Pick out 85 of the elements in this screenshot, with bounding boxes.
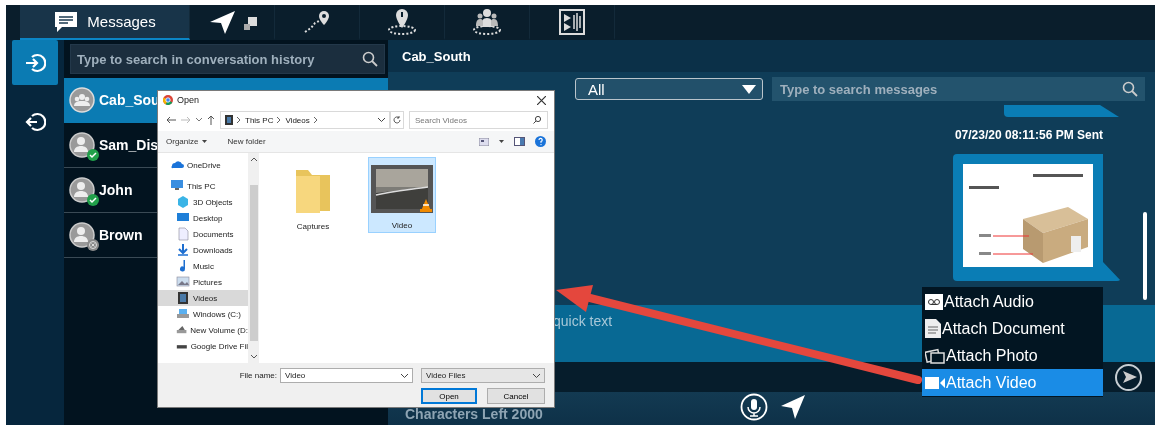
path-segment[interactable]: This PC xyxy=(245,115,274,125)
download-icon xyxy=(176,243,190,257)
group-avatar-icon xyxy=(69,87,95,113)
chevron-down-icon xyxy=(250,355,257,359)
avatar-icon xyxy=(69,177,95,203)
drive-icon xyxy=(176,307,190,321)
file-item[interactable]: Video xyxy=(368,157,436,233)
search-icon[interactable] xyxy=(1122,81,1138,97)
chevron-down-icon xyxy=(378,118,385,122)
nav-item[interactable]: Music xyxy=(158,258,248,274)
path-segment[interactable]: Videos xyxy=(285,115,310,125)
address-bar[interactable]: This PC Videos xyxy=(220,111,390,129)
file-name-field[interactable]: Video xyxy=(280,368,413,383)
cancel-button[interactable]: Cancel xyxy=(487,388,545,404)
search-field[interactable]: Type to search messages xyxy=(772,77,1145,101)
login-icon xyxy=(24,51,46,74)
group-icon xyxy=(472,7,502,36)
chevron-icon xyxy=(237,117,241,123)
nav-item[interactable]: Downloads xyxy=(158,242,248,258)
cube-icon xyxy=(176,195,190,209)
nav-item[interactable]: Videos xyxy=(158,290,248,306)
chevron-up-icon xyxy=(250,157,257,161)
file-item[interactable]: Captures xyxy=(279,157,347,233)
menu-item[interactable]: Attach Document xyxy=(922,315,1103,342)
route-icon xyxy=(303,8,331,35)
image-icon xyxy=(176,275,190,289)
nav-item[interactable]: 3D Objects xyxy=(158,194,248,210)
nav-item[interactable]: New Volume (D: xyxy=(158,322,248,338)
refresh-icon xyxy=(393,116,401,124)
file-type-dropdown[interactable]: Video Files xyxy=(421,368,545,383)
caret-icon[interactable] xyxy=(196,118,202,122)
caret-icon[interactable] xyxy=(499,140,504,143)
photos-icon xyxy=(925,347,945,364)
menu-item[interactable]: Attach Video xyxy=(922,369,1103,396)
navigate-icon[interactable] xyxy=(780,394,806,420)
chevron-down-icon xyxy=(401,373,408,378)
dialog-title: Open xyxy=(177,95,200,105)
toolbar-button[interactable]: New folder xyxy=(227,137,266,146)
chevron-icon xyxy=(277,117,282,123)
film-icon xyxy=(176,291,190,305)
avatar-icon xyxy=(69,222,95,248)
message-icon xyxy=(53,9,80,34)
computer-icon xyxy=(170,179,184,193)
message-timestamp: 07/23/20 08:11:56 PM Sent xyxy=(954,128,1103,142)
avatar-icon xyxy=(69,132,95,158)
search-icon[interactable] xyxy=(362,51,378,67)
logout-icon xyxy=(24,110,46,133)
up-icon[interactable] xyxy=(207,115,215,125)
microphone-icon[interactable] xyxy=(740,393,768,421)
caret-icon xyxy=(742,84,756,94)
filter-dropdown[interactable]: All xyxy=(575,78,763,100)
nav-item[interactable]: Desktop xyxy=(158,210,248,226)
close-icon[interactable] xyxy=(537,95,546,105)
nav-item[interactable]: Windows (C:) xyxy=(158,306,248,322)
nav-item[interactable]: Google Drive Fil xyxy=(158,338,248,354)
document-icon xyxy=(925,319,941,338)
chevron-down-icon xyxy=(533,373,540,378)
open-button[interactable]: Open xyxy=(421,388,477,404)
document-icon xyxy=(176,227,190,241)
caret-icon xyxy=(202,140,208,143)
media-icon xyxy=(559,8,585,35)
field-label: File name: xyxy=(239,371,277,380)
browser-icon xyxy=(163,95,173,105)
login-button[interactable] xyxy=(12,40,58,85)
chevron-icon xyxy=(313,117,318,123)
characters-left: Characters Left 2000 xyxy=(405,406,544,422)
send-button[interactable] xyxy=(1115,363,1142,391)
film-icon xyxy=(225,115,233,125)
search-field[interactable]: Type to search in conversation history xyxy=(70,44,385,74)
nav-item[interactable]: This PC xyxy=(158,178,248,194)
voicemail-icon xyxy=(925,293,943,310)
pane-icon[interactable] xyxy=(514,137,525,146)
nav-item[interactable]: Pictures xyxy=(158,274,248,290)
refresh-button[interactable] xyxy=(390,111,404,129)
send-icon xyxy=(1122,371,1137,383)
nav-item[interactable]: Documents xyxy=(158,226,248,242)
nav-item[interactable]: OneDrive xyxy=(158,157,248,173)
conversation-title: Cab_South xyxy=(402,48,471,64)
back-icon[interactable] xyxy=(166,116,176,124)
nav-tab[interactable]: Messages xyxy=(20,5,190,40)
toolbar-button[interactable]: Organize xyxy=(166,137,208,146)
camera-icon xyxy=(925,375,945,390)
help-icon[interactable] xyxy=(535,136,546,147)
search-icon[interactable] xyxy=(533,116,541,124)
view-icon[interactable] xyxy=(479,137,489,146)
